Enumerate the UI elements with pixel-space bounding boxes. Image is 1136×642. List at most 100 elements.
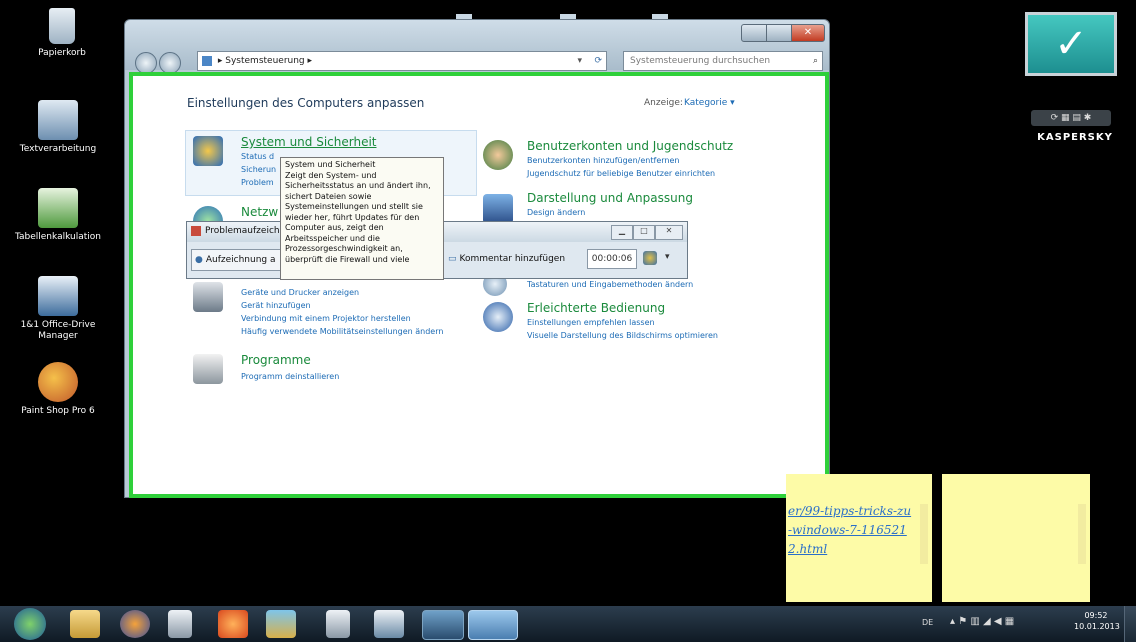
sticky-note[interactable] bbox=[942, 474, 1090, 602]
add-comment-button[interactable]: ▭ Kommentar hinzufügen bbox=[445, 249, 581, 269]
refresh-icon[interactable]: ⟳ bbox=[594, 52, 602, 70]
language-indicator[interactable]: DE bbox=[922, 618, 933, 627]
category-programs-link[interactable]: Programm deinstallieren bbox=[241, 370, 339, 383]
category-system-title[interactable]: System und Sicherheit bbox=[241, 134, 377, 150]
page-title: Einstellungen des Computers anpassen bbox=[187, 96, 425, 110]
category-network-title[interactable]: Netzw bbox=[241, 204, 278, 220]
users-icon bbox=[483, 140, 513, 170]
view-label: Anzeige: bbox=[644, 98, 683, 108]
kaspersky-gadget[interactable]: ✓ ⟳ ▦ ▤ ✱ KASPERSKY bbox=[1017, 12, 1125, 152]
category-users-link[interactable]: Benutzerkonten hinzufügen/entfernen bbox=[527, 154, 679, 167]
desktop-icon-label: Paint Shop Pro 6 bbox=[21, 406, 95, 416]
category-hardware-link[interactable]: Gerät hinzufügen bbox=[241, 299, 311, 312]
category-system-link[interactable]: Sicherun bbox=[241, 163, 276, 176]
control-panel-taskbar-button[interactable] bbox=[422, 610, 464, 640]
firefox-taskbar-icon[interactable] bbox=[120, 610, 150, 638]
category-ease-link[interactable]: Einstellungen empfehlen lassen bbox=[527, 316, 655, 329]
tray-icons[interactable]: ▴ ⚑ ▥ ◢ ◀ ▦ bbox=[950, 616, 1014, 627]
clock-date: 10.01.2013 bbox=[1074, 622, 1120, 631]
checkmark-icon: ✓ bbox=[1054, 21, 1088, 67]
show-desktop-button[interactable] bbox=[1124, 606, 1136, 642]
search-placeholder: Systemsteuerung durchsuchen bbox=[630, 56, 771, 66]
desktop-icon-recycle-bin[interactable]: Papierkorb bbox=[12, 8, 112, 59]
shield-icon bbox=[193, 136, 223, 166]
chevron-down-icon: ▾ bbox=[730, 98, 735, 108]
comment-icon: ▭ bbox=[448, 254, 457, 264]
address-bar[interactable]: ▸ Systemsteuerung ▸ ▾ ⟳ bbox=[197, 51, 607, 71]
chevron-down-icon[interactable]: ▾ bbox=[665, 252, 670, 262]
back-button[interactable] bbox=[135, 52, 157, 74]
control-panel-content: Einstellungen des Computers anpassen Anz… bbox=[129, 72, 829, 498]
start-recording-label: Aufzeichnung a bbox=[205, 255, 276, 265]
recorder-taskbar-button[interactable] bbox=[468, 610, 518, 640]
category-hardware-link[interactable]: Geräte und Drucker anzeigen bbox=[241, 286, 359, 299]
category-programs-title[interactable]: Programme bbox=[241, 352, 311, 368]
category-system-link[interactable]: Status d bbox=[241, 150, 274, 163]
add-comment-label: Kommentar hinzufügen bbox=[459, 254, 566, 264]
clock-time: 09:52 bbox=[1084, 611, 1108, 620]
tooltip-title: System und Sicherheit bbox=[285, 160, 376, 169]
close-button[interactable]: ✕ bbox=[791, 24, 825, 42]
desktop-icon-textverarbeitung[interactable]: Textverarbeitung bbox=[8, 100, 108, 155]
category-users-title[interactable]: Benutzerkonten und Jugendschutz bbox=[527, 138, 733, 154]
desktop-icon-label: Papierkorb bbox=[38, 48, 86, 58]
category-users-link[interactable]: Jugendschutz für beliebige Benutzer einr… bbox=[527, 167, 715, 180]
help-shield-icon[interactable] bbox=[643, 251, 657, 265]
desktop-icon-label: 1&1 Office-Drive Manager bbox=[20, 320, 96, 341]
spreadsheet-taskbar-icon[interactable] bbox=[374, 610, 404, 638]
recording-timer: 00:00:06 bbox=[587, 249, 637, 269]
note-scrollbar[interactable] bbox=[920, 504, 928, 564]
search-icon[interactable]: ⌕ bbox=[813, 52, 818, 70]
category-system-link[interactable]: Problem bbox=[241, 176, 274, 189]
address-dropdown-icon[interactable]: ▾ bbox=[577, 52, 582, 70]
breadcrumb-systemsteuerung[interactable]: Systemsteuerung bbox=[225, 56, 304, 66]
appearance-icon bbox=[483, 194, 513, 224]
office-drive-icon bbox=[38, 276, 78, 316]
view-dropdown[interactable]: Kategorie ▾ bbox=[684, 98, 735, 108]
category-region-link[interactable]: Tastaturen und Eingabemethoden ändern bbox=[527, 278, 693, 291]
tooltip: System und Sicherheit Zeigt den System- … bbox=[280, 157, 444, 280]
ease-of-access-icon bbox=[483, 302, 513, 332]
clock[interactable]: 09:52 10.01.2013 bbox=[1074, 610, 1120, 632]
palette-icon bbox=[38, 362, 78, 402]
app-taskbar-icon[interactable] bbox=[266, 610, 296, 638]
desktop-icon-label: Textverarbeitung bbox=[19, 144, 97, 154]
programs-icon bbox=[193, 354, 223, 384]
kaspersky-brand: KASPERSKY bbox=[1037, 132, 1113, 143]
recycle-bin-icon bbox=[49, 8, 75, 44]
recorder-minimize-button[interactable]: ▁ bbox=[611, 225, 633, 240]
note-scrollbar[interactable] bbox=[1078, 504, 1086, 564]
document-taskbar-icon[interactable] bbox=[326, 610, 350, 638]
forward-button[interactable] bbox=[159, 52, 181, 74]
category-appearance-title[interactable]: Darstellung und Anpassung bbox=[527, 190, 693, 206]
breadcrumb-separator: ▸ bbox=[307, 56, 313, 66]
document-taskbar-icon[interactable] bbox=[168, 610, 192, 638]
recorder-close-button[interactable]: ✕ bbox=[655, 225, 683, 240]
start-button[interactable] bbox=[14, 608, 46, 640]
sticky-note[interactable]: er/99-tipps-tricks-zu-windows-7-1165212.… bbox=[786, 474, 932, 602]
desktop-icon-paint-shop-pro[interactable]: Paint Shop Pro 6 bbox=[8, 362, 108, 417]
desktop-icon-office-drive[interactable]: 1&1 Office-Drive Manager bbox=[8, 276, 108, 342]
tooltip-text: Zeigt den System- und Sicherheitsstatus … bbox=[285, 170, 431, 264]
category-ease-title[interactable]: Erleichterte Bedienung bbox=[527, 300, 665, 316]
minimize-button[interactable] bbox=[741, 24, 767, 42]
maximize-button[interactable] bbox=[766, 24, 792, 42]
search-field[interactable]: Systemsteuerung durchsuchen ⌕ bbox=[623, 51, 823, 71]
category-ease-link[interactable]: Visuelle Darstellung des Bildschirms opt… bbox=[527, 329, 718, 342]
control-panel-icon bbox=[202, 55, 212, 66]
recorder-maximize-button[interactable]: □ bbox=[633, 225, 655, 240]
category-appearance-link[interactable]: Design ändern bbox=[527, 206, 585, 219]
sticky-note-link[interactable]: er/99-tipps-tricks-zu-windows-7-1165212.… bbox=[788, 502, 912, 559]
taskbar: DE ▴ ⚑ ▥ ◢ ◀ ▦ 09:52 10.01.2013 bbox=[0, 606, 1136, 642]
spreadsheet-icon bbox=[38, 188, 78, 228]
problem-recorder-title: Problemaufzeich bbox=[205, 226, 280, 236]
start-recording-button[interactable]: ● Aufzeichnung a bbox=[191, 249, 285, 271]
document-icon bbox=[38, 100, 78, 140]
record-icon: ● bbox=[195, 255, 203, 265]
category-hardware-link[interactable]: Häufig verwendete Mobilitätseinstellunge… bbox=[241, 325, 443, 338]
explorer-taskbar-icon[interactable] bbox=[70, 610, 100, 638]
category-hardware-link[interactable]: Verbindung mit einem Projektor herstelle… bbox=[241, 312, 411, 325]
desktop-icon-tabellenkalkulation[interactable]: Tabellenkalkulation bbox=[8, 188, 108, 243]
star-taskbar-icon[interactable] bbox=[218, 610, 248, 638]
kaspersky-toolbar[interactable]: ⟳ ▦ ▤ ✱ bbox=[1031, 110, 1111, 126]
